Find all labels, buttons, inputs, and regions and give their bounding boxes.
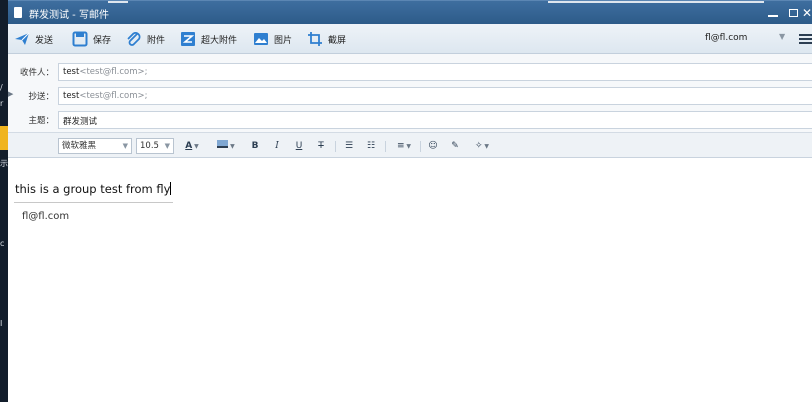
background-window-edge	[108, 1, 128, 3]
emoji-button[interactable]: ☺	[426, 139, 440, 153]
send-icon	[15, 32, 30, 45]
window-title: 群发测试 - 写邮件	[29, 10, 109, 21]
signature-divider	[14, 202, 173, 203]
brush-icon: ✎	[451, 141, 459, 151]
paperclip-icon	[127, 32, 141, 46]
body-text-content: this is a group test from fly	[15, 182, 171, 196]
compose-toolbar: 发送 保存 附件 超大附件 图片 截屏 fl@fl.com ▼	[8, 24, 812, 54]
align-icon: ≡	[396, 141, 405, 151]
to-field[interactable]: test<test@fl.com>;	[58, 63, 812, 81]
recipient-address: <test@fl.com>;	[79, 67, 148, 77]
header-fields: 收件人： test<test@fl.com>; ▶ 抄送： test<test@…	[8, 54, 812, 132]
cc-label: 抄送：	[28, 92, 54, 102]
subject-value: 群发测试	[63, 117, 98, 127]
desktop-app-icon[interactable]	[0, 126, 8, 150]
account-selector[interactable]: fl@fl.com	[705, 33, 747, 43]
desktop-background: / r 示 c I	[0, 0, 8, 402]
to-label: 收件人：	[19, 68, 54, 78]
magic-wand-icon: ✧	[474, 141, 483, 151]
subject-row: 主题： 群发测试	[8, 108, 812, 132]
screen: / r 示 c I 群发测试 - 写邮件 ✕ 发送 保存 附件 超大附件 图片 …	[0, 0, 812, 402]
compose-body[interactable]: this is a group test from fly fl@fl.com	[8, 159, 812, 402]
to-row: 收件人： test<test@fl.com>;	[8, 60, 812, 84]
close-button[interactable]: ✕	[800, 4, 812, 22]
screenshot-label: 截屏	[328, 35, 347, 46]
desktop-glyph: r	[0, 99, 4, 108]
subject-label: 主题：	[28, 116, 54, 126]
font-size-value: 10.5	[140, 141, 159, 151]
bold-button[interactable]: B	[248, 139, 262, 153]
cc-row: ▶ 抄送： test<test@fl.com>;	[8, 84, 812, 108]
recipient-chip[interactable]: test<test@fl.com>;	[63, 67, 147, 77]
title-bar[interactable]: 群发测试 - 写邮件 ✕	[8, 0, 812, 24]
magic-wand-button[interactable]: ✧ ▼	[470, 139, 494, 153]
desktop-glyph: c	[0, 239, 5, 248]
signature: fl@fl.com	[22, 211, 70, 222]
highlight-color-button[interactable]: ▼	[212, 139, 240, 153]
strikethrough-button[interactable]: T	[314, 139, 328, 153]
bullet-list-button[interactable]: ☰	[342, 139, 356, 153]
format-toolbar: 微软雅黑 ▼ 10.5 ▼ A ▼ ▼ B I U T ☰ ☷ ≡ ▼ ☺ ✎ …	[8, 132, 812, 158]
chevron-down-icon: ▼	[164, 142, 170, 150]
save-button[interactable]: 保存	[72, 29, 111, 49]
large-attachment-label: 超大附件	[201, 35, 238, 46]
body-text[interactable]: this is a group test from fly	[15, 182, 172, 196]
image-label: 图片	[274, 35, 293, 46]
cc-field[interactable]: test<test@fl.com>;	[58, 87, 812, 105]
cc-recipient-chip[interactable]: test<test@fl.com>;	[63, 91, 147, 101]
screenshot-icon	[308, 32, 322, 46]
font-size-select[interactable]: 10.5 ▼	[136, 138, 174, 154]
numbered-list-button[interactable]: ☷	[364, 139, 378, 153]
screenshot-button[interactable]: 截屏	[307, 29, 346, 49]
separator	[385, 141, 386, 152]
format-painter-button[interactable]: ✎	[448, 139, 462, 153]
close-icon: ✕	[801, 6, 812, 20]
separator	[420, 141, 421, 152]
recipient-name: test	[63, 67, 80, 77]
cc-recipient-name: test	[63, 91, 80, 101]
save-icon	[72, 31, 88, 47]
large-attachment-icon	[181, 32, 195, 46]
desktop-glyph: I	[0, 319, 3, 328]
attach-button[interactable]: 附件	[126, 29, 165, 49]
chevron-down-icon[interactable]: ▼	[779, 32, 785, 41]
menu-icon[interactable]	[799, 34, 812, 44]
align-button[interactable]: ≡ ▼	[392, 139, 416, 153]
minimize-button[interactable]	[764, 4, 782, 22]
emoji-icon: ☺	[428, 141, 438, 151]
numbered-list-icon: ☷	[366, 141, 376, 151]
font-color-button[interactable]: A ▼	[182, 139, 202, 153]
desktop-glyph: 示	[0, 159, 8, 168]
bullet-list-icon: ☰	[344, 141, 354, 151]
image-button[interactable]: 图片	[253, 29, 292, 49]
background-window-edge	[548, 1, 764, 3]
send-button[interactable]: 发送	[14, 29, 53, 49]
image-icon	[254, 33, 268, 45]
cc-recipient-address: <test@fl.com>;	[79, 91, 148, 101]
mail-app-icon	[14, 7, 22, 18]
separator	[335, 141, 336, 152]
italic-button[interactable]: I	[270, 139, 284, 153]
maximize-icon	[789, 9, 798, 17]
text-cursor	[170, 182, 172, 195]
attach-label: 附件	[147, 35, 166, 46]
send-label: 发送	[35, 35, 54, 46]
chevron-down-icon: ▼	[122, 142, 128, 150]
font-family-select[interactable]: 微软雅黑 ▼	[58, 138, 132, 154]
minimize-icon	[768, 15, 778, 17]
highlight-icon	[217, 140, 229, 148]
font-family-value: 微软雅黑	[62, 141, 97, 151]
save-label: 保存	[93, 35, 112, 46]
subject-field[interactable]: 群发测试	[58, 111, 812, 129]
underline-button[interactable]: U	[292, 139, 306, 153]
large-attachment-button[interactable]: 超大附件	[180, 29, 237, 49]
compose-window: 群发测试 - 写邮件 ✕ 发送 保存 附件 超大附件 图片 截屏 fl@fl.c…	[8, 0, 812, 402]
desktop-glyph: /	[0, 83, 3, 92]
